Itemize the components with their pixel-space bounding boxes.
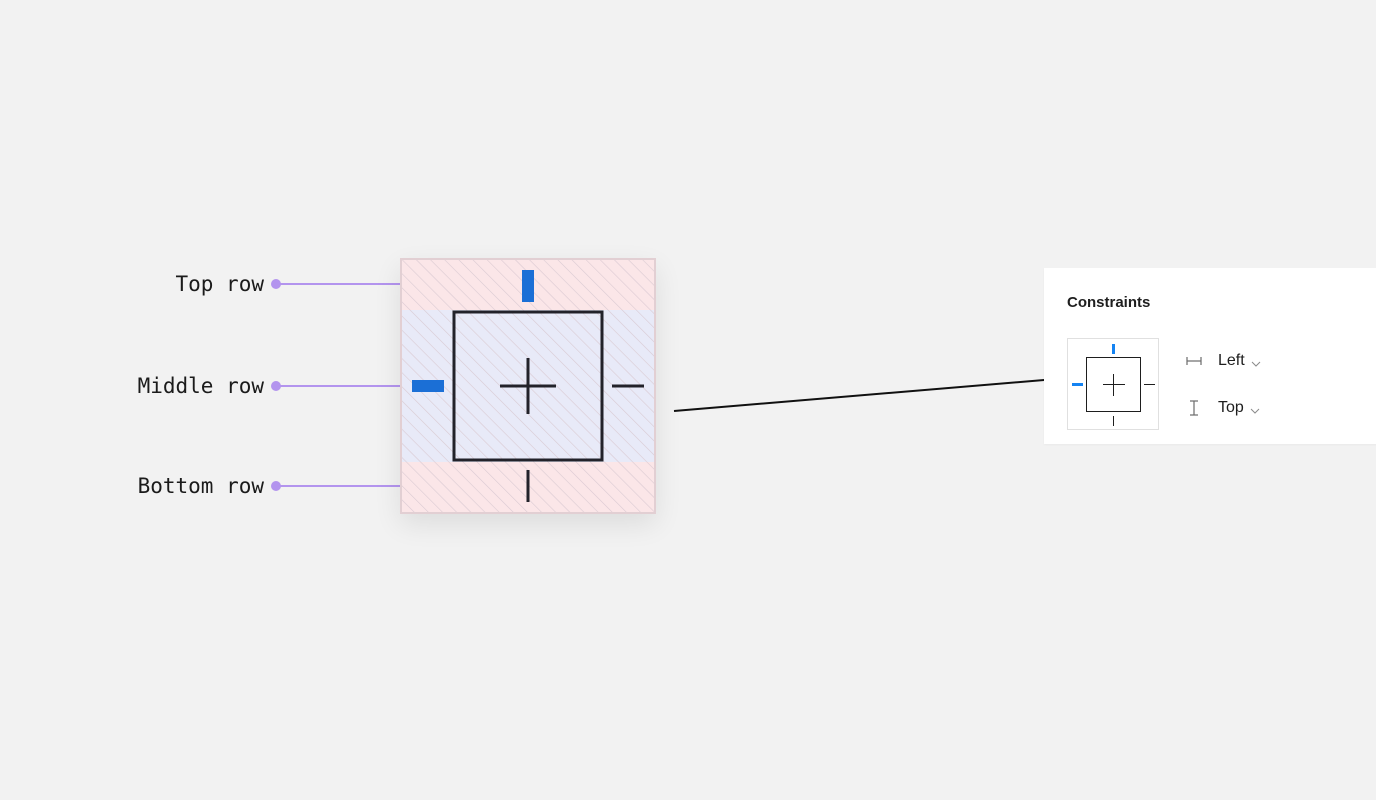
constraint-widget[interactable] bbox=[1067, 338, 1159, 430]
panel-title: Constraints bbox=[1067, 294, 1151, 311]
horizontal-constraint-select[interactable]: Left bbox=[1184, 351, 1261, 371]
constraints-panel: Constraints Left Top bbox=[1044, 268, 1376, 444]
left-constraint-handle[interactable] bbox=[1072, 383, 1083, 386]
horizontal-constraint-value: Left bbox=[1218, 352, 1245, 369]
right-constraint-handle[interactable] bbox=[1144, 384, 1155, 385]
top-constraint-handle[interactable] bbox=[1112, 344, 1115, 354]
bottom-constraint-handle[interactable] bbox=[1113, 416, 1114, 426]
chevron-down-icon bbox=[1251, 356, 1261, 367]
vertical-constraint-value: Top bbox=[1218, 399, 1244, 416]
vertical-constraint-icon bbox=[1184, 398, 1204, 418]
chevron-down-icon bbox=[1250, 403, 1260, 414]
horizontal-constraint-icon bbox=[1184, 351, 1204, 371]
widget-plus-horizontal bbox=[1103, 384, 1125, 385]
widget-plus-vertical bbox=[1113, 374, 1114, 396]
vertical-constraint-select[interactable]: Top bbox=[1184, 398, 1260, 418]
